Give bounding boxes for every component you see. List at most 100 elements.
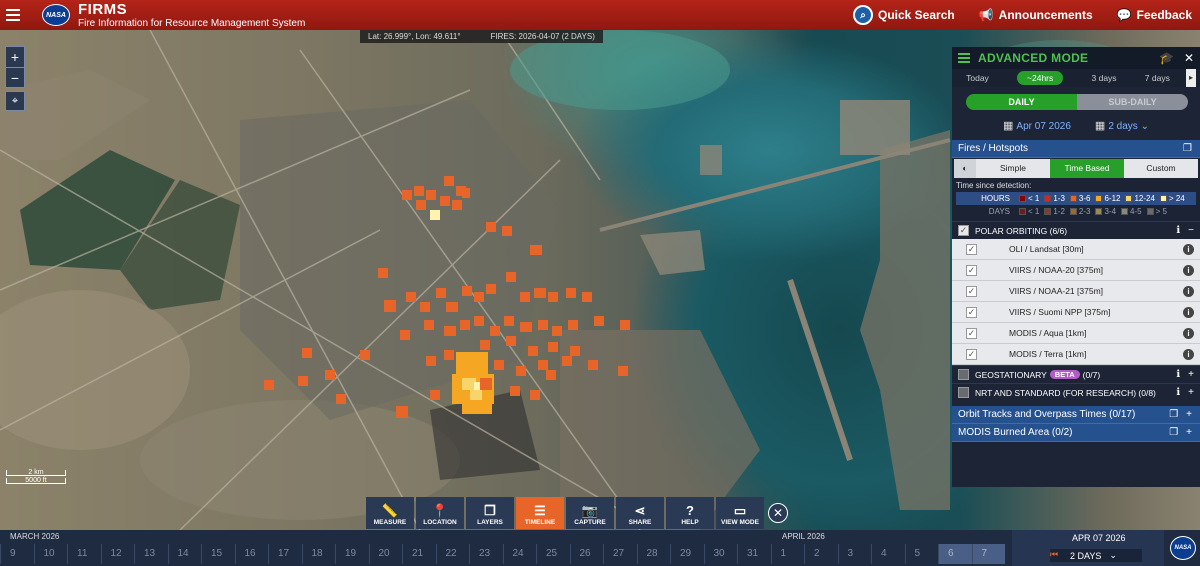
panel-menu-icon[interactable] <box>958 53 970 63</box>
layers-button[interactable]: ❐ LAYERS <box>466 497 514 529</box>
range-tab[interactable]: ~24hrs <box>1017 71 1064 85</box>
orbit-tracks-header[interactable]: Orbit Tracks and Overpass Times (0/17) ❐… <box>952 406 1200 424</box>
layer-row[interactable]: ✓ MODIS / Terra [1km] i <box>952 344 1200 365</box>
graduation-cap-icon[interactable]: 🎓 <box>1159 51 1174 65</box>
measure-button[interactable]: 📏 MEASURE <box>366 497 414 529</box>
info-icon[interactable]: i <box>1183 243 1194 255</box>
timeline-day[interactable]: 17 <box>268 544 302 564</box>
timeline-day[interactable]: 1 <box>770 544 805 564</box>
daily-button[interactable]: DAILY <box>966 94 1077 110</box>
timeline-day[interactable]: 22 <box>435 544 470 564</box>
nasa-logo[interactable]: NASA <box>42 4 70 26</box>
timeline-day[interactable]: 24 <box>502 544 537 564</box>
timeline-button[interactable]: ☰ TIMELINE <box>516 497 564 529</box>
timeline[interactable]: MARCH 2026 APRIL 2026 9 10 11 12 13 14 15 16 17 1… <box>0 530 1200 566</box>
timeline-day[interactable]: 13 <box>134 544 168 564</box>
info-icon[interactable]: i <box>1183 306 1194 318</box>
timeline-day[interactable]: 18 <box>301 544 336 564</box>
timeline-day[interactable]: 15 <box>201 544 235 564</box>
help-button[interactable]: ? HELP <box>666 497 714 529</box>
range-tab[interactable]: 3 days <box>1092 73 1117 83</box>
info-icon[interactable]: ℹ <box>1176 369 1180 380</box>
layer-row[interactable]: ✓ VIIRS / Suomi NPP [375m] i <box>952 302 1200 323</box>
date-picker[interactable]: ▦ Apr 07 2026 <box>1003 119 1071 132</box>
view-mode-button[interactable]: ▭ VIEW MODE <box>716 497 764 529</box>
timeline-day[interactable]: 21 <box>402 544 436 564</box>
checkbox[interactable]: ✓ <box>966 327 977 339</box>
location-pin-icon[interactable]: ⌖ <box>5 91 25 111</box>
nrt-standard-group[interactable]: NRT AND STANDARD (FOR RESEARCH) (0/8) ℹ + <box>952 383 1200 401</box>
nasa-logo-footer[interactable]: NASA <box>1170 536 1196 560</box>
subdaily-button[interactable]: SUB-DAILY <box>1077 94 1188 110</box>
view-tab-time-based[interactable]: Time Based <box>1050 159 1124 178</box>
timeline-day[interactable]: 4 <box>871 544 905 564</box>
share-button[interactable]: ⋖ SHARE <box>616 497 664 529</box>
capture-button[interactable]: 📷 CAPTURE <box>566 497 614 529</box>
view-tab-custom[interactable]: Custom <box>1124 159 1198 178</box>
checkbox[interactable]: ✓ <box>966 348 977 360</box>
range-scroll-icon[interactable]: ▸ <box>1186 69 1196 87</box>
timeline-date[interactable]: APR 07 2026 <box>1072 533 1126 543</box>
range-tab[interactable]: 7 days <box>1145 73 1170 83</box>
close-icon[interactable]: ✕ <box>768 503 788 523</box>
timeline-day[interactable]: 29 <box>670 544 704 564</box>
info-icon[interactable]: i <box>1183 285 1194 297</box>
timeline-day[interactable]: 20 <box>368 544 403 564</box>
feedback-link[interactable]: 💬 Feedback <box>1117 8 1192 22</box>
timeline-day[interactable]: 12 <box>100 544 135 564</box>
checkbox[interactable] <box>958 387 969 398</box>
timeline-day[interactable]: 9 <box>0 544 34 564</box>
skip-back-icon[interactable]: ⏮ <box>1050 549 1058 560</box>
collapse-icon[interactable]: − <box>1188 225 1194 236</box>
timeline-range-select[interactable]: 2 DAYS ⌄ <box>1050 549 1142 562</box>
layer-row[interactable]: ✓ VIIRS / NOAA-20 [375m] i <box>952 260 1200 281</box>
info-icon[interactable]: ℹ <box>1176 387 1180 398</box>
info-icon[interactable]: i <box>1183 327 1194 339</box>
zoom-in-button[interactable]: + <box>6 47 24 67</box>
checkbox[interactable]: ✓ <box>966 264 977 276</box>
timeline-day[interactable]: 23 <box>469 544 503 564</box>
timeline-day[interactable]: 28 <box>636 544 671 564</box>
timeline-day[interactable]: 10 <box>33 544 68 564</box>
quick-search-link[interactable]: ⌕ Quick Search <box>853 5 955 25</box>
expand-icon[interactable]: + <box>1186 409 1192 420</box>
layer-row[interactable]: ✓ MODIS / Aqua [1km] i <box>952 323 1200 344</box>
days-select[interactable]: ▦ 2 days ⌄ <box>1095 119 1149 132</box>
view-tab-simple[interactable]: Simple <box>976 159 1050 178</box>
timeline-day[interactable]: 27 <box>603 544 637 564</box>
checkbox[interactable]: ✓ <box>966 243 977 255</box>
info-icon[interactable]: i <box>1183 348 1194 360</box>
zoom-out-button[interactable]: − <box>6 67 24 87</box>
timeline-day[interactable]: 19 <box>335 544 369 564</box>
timeline-day[interactable]: 6 <box>938 544 972 564</box>
timeline-day[interactable]: 16 <box>234 544 269 564</box>
close-icon[interactable]: ✕ <box>1184 51 1194 65</box>
layer-row[interactable]: ✓ OLI / Landsat [30m] i <box>952 239 1200 260</box>
copy-icon[interactable]: ❐ <box>1169 427 1178 438</box>
timeline-day[interactable]: 7 <box>971 544 1005 564</box>
checkbox[interactable]: ✓ <box>966 285 977 297</box>
timeline-day[interactable]: 2 <box>804 544 838 564</box>
contrast-icon[interactable]: ◐ <box>954 159 976 178</box>
info-icon[interactable]: i <box>1183 264 1194 276</box>
timeline-day[interactable]: 31 <box>737 544 771 564</box>
timeline-day[interactable]: 5 <box>904 544 939 564</box>
expand-icon[interactable]: + <box>1186 427 1192 438</box>
burned-area-header[interactable]: MODIS Burned Area (0/2) ❐ + <box>952 424 1200 442</box>
copy-icon[interactable]: ❐ <box>1183 143 1192 154</box>
menu-icon[interactable] <box>6 9 20 21</box>
announcements-link[interactable]: 📢 Announcements <box>979 8 1093 22</box>
timeline-day[interactable]: 25 <box>536 544 570 564</box>
checkbox[interactable]: ✓ <box>966 306 977 318</box>
fires-section-header[interactable]: Fires / Hotspots ❐ <box>952 140 1200 158</box>
range-tab[interactable]: Today <box>966 73 989 83</box>
info-icon[interactable]: ℹ <box>1176 225 1180 236</box>
polar-orbiting-group[interactable]: ✓ POLAR ORBITING (6/6) ℹ − <box>952 221 1200 239</box>
checkbox[interactable] <box>958 369 969 380</box>
timeline-day[interactable]: 26 <box>569 544 604 564</box>
timeline-day[interactable]: 30 <box>703 544 738 564</box>
timeline-day[interactable]: 3 <box>837 544 872 564</box>
expand-icon[interactable]: + <box>1188 369 1194 380</box>
checkbox[interactable]: ✓ <box>958 225 969 236</box>
expand-icon[interactable]: + <box>1188 387 1194 398</box>
